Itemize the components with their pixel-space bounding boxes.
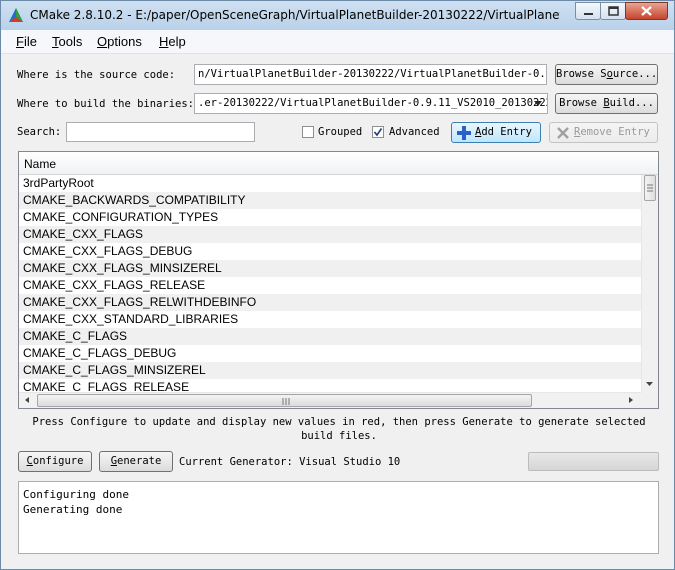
table-row[interactable]: CMAKE_CXX_STANDARD_LIBRARIES: [19, 311, 641, 328]
vertical-scrollbar[interactable]: [641, 175, 658, 392]
cmake-logo-icon: [9, 8, 23, 22]
table-rows: 3rdPartyRoot CMAKE_BACKWARDS_COMPATIBILI…: [19, 175, 641, 392]
scroll-right-arrow-icon[interactable]: [625, 393, 637, 407]
close-icon: [641, 6, 652, 16]
table-row[interactable]: CMAKE_C_FLAGS: [19, 328, 641, 345]
window-title: CMake 2.8.10.2 - E:/paper/OpenSceneGraph…: [30, 8, 560, 22]
minimize-icon: [584, 13, 593, 15]
table-header-name[interactable]: Name: [19, 152, 658, 175]
search-input[interactable]: [66, 122, 255, 142]
menu-tools[interactable]: Tools: [52, 34, 82, 49]
add-entry-button[interactable]: Add Entry: [451, 122, 541, 143]
progress-bar: [528, 452, 659, 471]
advanced-label[interactable]: Advanced: [389, 126, 440, 138]
menu-file[interactable]: File: [16, 34, 37, 49]
grip-icon: [282, 398, 290, 405]
browse-build-button[interactable]: Browse Build...: [555, 93, 658, 114]
horizontal-scroll-thumb[interactable]: [37, 394, 532, 407]
build-label: Where to build the binaries:: [17, 98, 195, 110]
table-row[interactable]: CMAKE_CXX_FLAGS: [19, 226, 641, 243]
generate-button[interactable]: Generate: [99, 451, 173, 472]
table-row[interactable]: 3rdPartyRoot: [19, 175, 641, 192]
grip-icon: [647, 184, 653, 192]
build-path-combobox[interactable]: .er-20130222/VirtualPlanetBuilder-0.9.11…: [194, 93, 548, 114]
table-row[interactable]: CMAKE_CONFIGURATION_TYPES: [19, 209, 641, 226]
menu-bar: File Tools Options Help: [1, 30, 674, 54]
vertical-scroll-thumb[interactable]: [644, 175, 656, 201]
source-label: Where is the source code:: [17, 69, 176, 81]
remove-entry-button[interactable]: Remove Entry: [549, 122, 658, 143]
source-path-input[interactable]: n/VirtualPlanetBuilder-20130222/VirtualP…: [194, 64, 547, 85]
table-row[interactable]: CMAKE_CXX_FLAGS_RELWITHDEBINFO: [19, 294, 641, 311]
configure-button[interactable]: Configure: [18, 451, 92, 472]
minimize-button[interactable]: [575, 2, 601, 20]
table-row[interactable]: CMAKE_CXX_FLAGS_DEBUG: [19, 243, 641, 260]
log-line: Configuring done: [23, 488, 129, 501]
grouped-checkbox[interactable]: [302, 126, 314, 138]
advanced-checkbox[interactable]: [372, 126, 384, 138]
table-row[interactable]: CMAKE_C_FLAGS_MINSIZEREL: [19, 362, 641, 379]
maximize-button[interactable]: [600, 2, 626, 20]
add-plus-icon: [457, 126, 471, 140]
build-path-value: .er-20130222/VirtualPlanetBuilder-0.9.11…: [198, 97, 548, 109]
chevron-down-icon[interactable]: [533, 100, 543, 108]
menu-options[interactable]: Options: [97, 34, 142, 49]
scroll-corner: [641, 392, 658, 408]
checkmark-icon: [373, 128, 383, 137]
current-generator-label: Current Generator: Visual Studio 10: [179, 456, 401, 468]
grouped-label[interactable]: Grouped: [318, 126, 362, 138]
title-bar[interactable]: CMake 2.8.10.2 - E:/paper/OpenSceneGraph…: [1, 1, 674, 30]
scroll-down-arrow-icon[interactable]: [642, 379, 657, 389]
search-label: Search:: [17, 126, 62, 138]
horizontal-scrollbar[interactable]: [19, 392, 641, 408]
table-row[interactable]: CMAKE_C_FLAGS_RELEASE: [19, 379, 641, 392]
table-row[interactable]: CMAKE_BACKWARDS_COMPATIBILITY: [19, 192, 641, 209]
close-button[interactable]: [625, 2, 668, 20]
window-controls: [575, 2, 668, 21]
maximize-icon: [608, 6, 619, 16]
table-row[interactable]: CMAKE_CXX_FLAGS_MINSIZEREL: [19, 260, 641, 277]
cmake-window: CMake 2.8.10.2 - E:/paper/OpenSceneGraph…: [0, 0, 675, 570]
menu-help[interactable]: Help: [159, 34, 186, 49]
configure-instructions: Press Configure to update and display ne…: [32, 416, 646, 442]
log-line: Generating done: [23, 503, 123, 516]
remove-x-icon: [557, 127, 569, 139]
table-row[interactable]: CMAKE_C_FLAGS_DEBUG: [19, 345, 641, 362]
scroll-left-arrow-icon[interactable]: [21, 393, 33, 407]
table-row[interactable]: CMAKE_CXX_FLAGS_RELEASE: [19, 277, 641, 294]
output-log[interactable]: Configuring done Generating done: [18, 481, 659, 554]
browse-source-button[interactable]: Browse Source...: [555, 64, 658, 85]
cache-entries-table: Name 3rdPartyRoot CMAKE_BACKWARDS_COMPAT…: [18, 151, 659, 409]
